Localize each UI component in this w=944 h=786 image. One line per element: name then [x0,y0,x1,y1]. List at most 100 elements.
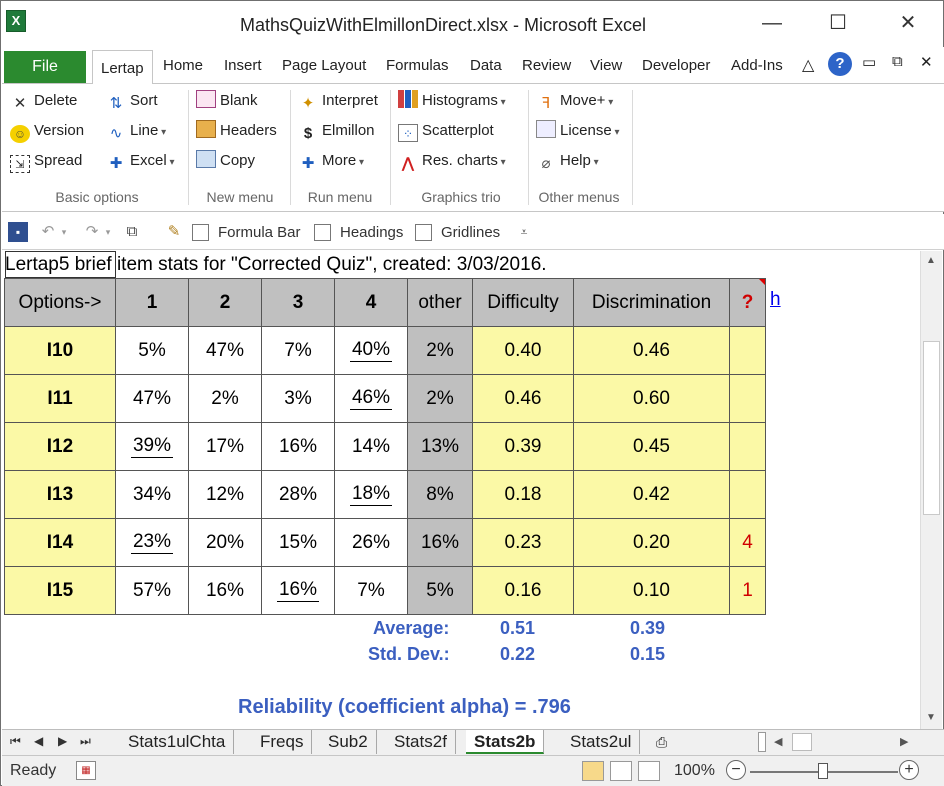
blank-button[interactable]: Blank [196,90,258,112]
option-3-cell[interactable]: 15% [261,518,335,567]
other-cell[interactable]: 2% [407,326,473,375]
header-cell[interactable]: 4 [334,278,408,327]
flag-cell[interactable] [729,422,766,471]
gridlines-checkbox[interactable] [415,224,432,241]
option-2-cell[interactable]: 17% [188,422,262,471]
sort-button[interactable]: ⇅ Sort [106,90,158,112]
option-4-cell[interactable]: 18% [334,470,408,519]
other-cell[interactable]: 16% [407,518,473,567]
option-1-cell[interactable]: 39% [115,422,189,471]
line-button[interactable]: ∿ Line ▾ [106,120,166,142]
interpret-button[interactable]: ✦ Interpret [298,90,378,112]
header-cell[interactable]: Options-> [4,278,116,327]
tab-home[interactable]: Home [163,57,203,74]
option-1-cell[interactable]: 5% [115,326,189,375]
elmillon-button[interactable]: $ Elmillon [298,120,375,142]
res-charts-button[interactable]: ⋀ Res. charts ▾ [398,150,506,172]
more-button[interactable]: ✚ More ▾ [298,150,364,172]
split-handle[interactable] [758,732,766,752]
header-cell[interactable]: other [407,278,473,327]
normal-view-button[interactable] [582,761,604,781]
discrimination-cell[interactable]: 0.20 [573,518,730,567]
option-2-cell[interactable]: 2% [188,374,262,423]
maximize-button[interactable]: ☐ [823,11,853,35]
sheet-tab-stats2b[interactable]: Stats2b [466,730,545,754]
scroll-left-icon[interactable]: ◀ [774,735,782,748]
chevron-down-icon[interactable]: ▾ [98,222,118,242]
hyperlink-h[interactable]: h [770,289,781,311]
option-1-cell[interactable]: 23% [115,518,189,567]
sheet-tab-stats1ulchta[interactable]: Stats1ulChta [120,730,235,754]
minimize-button[interactable]: — [757,11,787,35]
scroll-down-icon[interactable]: ▼ [926,712,936,723]
zoom-in-icon[interactable]: + [899,760,919,780]
discrimination-cell[interactable]: 0.46 [573,326,730,375]
formula-bar-checkbox[interactable] [192,224,209,241]
tab-lertap[interactable]: Lertap [92,50,153,85]
other-cell[interactable]: 13% [407,422,473,471]
scroll-right-icon[interactable]: ▶ [900,735,908,748]
item-cell[interactable]: I15 [4,566,116,615]
flag-cell[interactable]: 1 [729,566,766,615]
headings-checkbox[interactable] [314,224,331,241]
version-button[interactable]: ☺ Version [10,120,84,143]
flag-cell[interactable] [729,470,766,519]
item-cell[interactable]: I12 [4,422,116,471]
sheet-tab-freqs[interactable]: Freqs [252,730,313,754]
other-cell[interactable]: 2% [407,374,473,423]
option-4-cell[interactable]: 7% [334,566,408,615]
option-3-cell[interactable]: 7% [261,326,335,375]
tab-file[interactable]: File [4,51,86,83]
spread-button[interactable]: ⇲ Spread [10,150,82,173]
other-cell[interactable]: 5% [407,566,473,615]
page-layout-view-button[interactable] [610,761,632,781]
item-cell[interactable]: I14 [4,518,116,567]
discrimination-cell[interactable]: 0.42 [573,470,730,519]
header-cell[interactable]: 3 [261,278,335,327]
flag-cell[interactable] [729,374,766,423]
headers-button[interactable]: Headers [196,120,277,142]
zoom-out-icon[interactable]: − [726,760,746,780]
last-sheet-icon[interactable]: ⏭ [80,734,91,749]
difficulty-cell[interactable]: 0.39 [472,422,574,471]
option-3-cell[interactable]: 16% [261,566,335,615]
histograms-button[interactable]: Histograms ▾ [398,90,506,112]
tab-add-ins[interactable]: Add-Ins [731,57,783,74]
option-3-cell[interactable]: 16% [261,422,335,471]
discrimination-cell[interactable]: 0.45 [573,422,730,471]
option-4-cell[interactable]: 26% [334,518,408,567]
difficulty-cell[interactable]: 0.23 [472,518,574,567]
option-4-cell[interactable]: 46% [334,374,408,423]
collapse-ribbon-icon[interactable]: △ [802,55,814,75]
option-1-cell[interactable]: 57% [115,566,189,615]
help-icon[interactable]: ? [828,52,852,76]
header-cell[interactable]: Discrimination [573,278,730,327]
window-arrange-icon[interactable]: ⧉ [122,222,142,242]
tab-review[interactable]: Review [522,57,571,74]
minimize-ribbon-icon[interactable]: ▭ [862,53,876,71]
item-cell[interactable]: I11 [4,374,116,423]
restore-window-icon[interactable]: ⧉ [892,53,903,70]
new-sheet-icon[interactable]: ⎙ [648,730,675,754]
header-cell[interactable]: ? [729,278,766,327]
close-button[interactable]: ✕ [893,11,923,35]
tab-page-layout[interactable]: Page Layout [282,57,366,74]
chevron-down-icon[interactable]: ▾ [54,222,74,242]
difficulty-cell[interactable]: 0.46 [472,374,574,423]
option-2-cell[interactable]: 47% [188,326,262,375]
zoom-slider-knob[interactable] [818,763,828,779]
option-4-cell[interactable]: 14% [334,422,408,471]
sheet-tab-stats2ul[interactable]: Stats2ul [562,730,641,754]
sheet-caption[interactable]: Lertap5 brief item stats for "Corrected … [5,254,547,276]
scroll-thumb[interactable] [923,341,940,515]
discrimination-cell[interactable]: 0.10 [573,566,730,615]
tab-insert[interactable]: Insert [224,57,262,74]
discrimination-cell[interactable]: 0.60 [573,374,730,423]
license-button[interactable]: License ▾ [536,120,620,142]
option-2-cell[interactable]: 20% [188,518,262,567]
copy-button[interactable]: Copy [196,150,255,172]
first-sheet-icon[interactable]: ⏮ [10,734,21,749]
customize-toolbar-icon[interactable]: ⩡ [514,222,534,242]
macro-record-icon[interactable]: ▦ [76,761,96,780]
flag-cell[interactable]: 4 [729,518,766,567]
